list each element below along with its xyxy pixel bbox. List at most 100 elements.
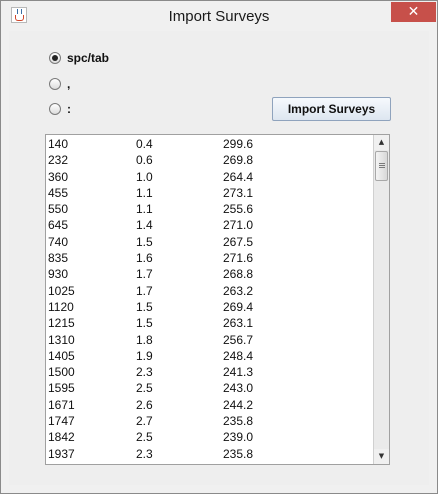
radio-label-spc-tab[interactable]: spc/tab	[67, 51, 109, 65]
azimuth-value: 299.6	[223, 137, 254, 151]
depth-value: 140	[48, 137, 69, 151]
azimuth-value: 268.8	[223, 267, 254, 282]
depth-value: 455	[48, 185, 69, 200]
title-bar[interactable]: Import Surveys ✕	[1, 1, 437, 31]
azimuth-value: 239.0	[223, 430, 254, 445]
azimuth-value: 271.0	[223, 218, 254, 233]
azimuth-value: 273.1	[223, 185, 254, 200]
close-button[interactable]: ✕	[391, 2, 436, 22]
survey-row: 1215 1.5 263.1	[46, 316, 373, 332]
inclination-value: 1.1	[136, 185, 153, 200]
survey-row: 360 1.0 264.4	[46, 170, 373, 186]
inclination-value: 2.3	[136, 365, 153, 380]
radio-dot	[52, 55, 58, 61]
azimuth-value: 243.0	[223, 381, 254, 396]
import-surveys-button[interactable]: Import Surveys	[272, 97, 391, 121]
survey-row: 1405 1.9 248.4	[46, 349, 373, 365]
azimuth-value: 255.6	[223, 202, 254, 217]
depth-value: 1310	[48, 332, 75, 347]
radio-label-comma[interactable]: ,	[67, 77, 70, 91]
radio-label-colon[interactable]: :	[67, 102, 71, 116]
inclination-value: 2.6	[136, 397, 153, 412]
azimuth-value: 235.8	[223, 446, 254, 461]
azimuth-value: 264.4	[223, 169, 254, 184]
depth-value: 360	[48, 169, 69, 184]
depth-value: 2032	[48, 463, 75, 464]
survey-row: 1025 1.7 263.2	[46, 284, 373, 300]
depth-value: 1595	[48, 381, 75, 396]
inclination-value: 1.0	[136, 169, 153, 184]
survey-row: 1595 2.5 243.0	[46, 381, 373, 397]
azimuth-value: 271.6	[223, 251, 254, 266]
radio-selected-icon[interactable]	[49, 52, 61, 64]
survey-row: 1937 2.3 235.8	[46, 447, 373, 463]
survey-row: 1842 2.5 239.0	[46, 430, 373, 446]
azimuth-value: 244.2	[223, 397, 254, 412]
vertical-scrollbar[interactable]: ▲ ▼	[373, 135, 389, 464]
inclination-value: 1.5	[136, 316, 153, 331]
survey-row: 1310 1.8 256.7	[46, 333, 373, 349]
scroll-up-arrow-icon[interactable]: ▲	[374, 135, 389, 150]
depth-value: 930	[48, 267, 69, 282]
inclination-value: 2.5	[136, 381, 153, 396]
depth-value: 1747	[48, 414, 75, 429]
dialog-content: spc/tab , : Import Surveys 140 0.4 299.6 23…	[9, 31, 429, 485]
radio-unselected-icon[interactable]	[49, 78, 61, 90]
depth-value: 232	[48, 153, 69, 168]
depth-value: 550	[48, 202, 69, 217]
grip-line	[379, 167, 385, 168]
inclination-value: 2.3	[136, 446, 153, 461]
survey-row: 1120 1.5 269.4	[46, 300, 373, 316]
inclination-value: 1.8	[136, 332, 153, 347]
inclination-value: 1.7	[136, 267, 153, 282]
azimuth-value: 235.7	[223, 463, 253, 464]
depth-value: 1120	[48, 299, 74, 314]
depth-value: 1671	[48, 397, 75, 412]
azimuth-value: 263.2	[223, 283, 254, 298]
inclination-value: 0.4	[136, 137, 153, 151]
inclination-value: 2.5	[136, 430, 153, 445]
depth-value: 740	[48, 234, 69, 249]
inclination-value: 1.7	[136, 283, 153, 298]
inclination-value: 1.5	[136, 299, 153, 314]
scroll-down-arrow-icon[interactable]: ▼	[374, 449, 389, 464]
azimuth-value: 269.8	[223, 153, 254, 168]
depth-value: 835	[48, 251, 69, 266]
azimuth-value: 235.8	[223, 414, 254, 429]
inclination-value: 1.9	[136, 348, 153, 363]
survey-rows: 140 0.4 299.6 232 0.6 269.8 360 1.0 264.4 455 1.1 2…	[46, 137, 373, 464]
depth-value: 1842	[48, 430, 75, 445]
survey-row: 455 1.1 273.1	[46, 186, 373, 202]
import-surveys-window: Import Surveys ✕ spc/tab , : Import Surv…	[0, 0, 438, 494]
survey-row: 232 0.6 269.8	[46, 153, 373, 169]
survey-row: 740 1.5 267.5	[46, 235, 373, 251]
inclination-value: 1.4	[136, 218, 153, 233]
azimuth-value: 269.4	[223, 299, 254, 314]
radio-unselected-icon[interactable]	[49, 103, 61, 115]
survey-row: 835 1.6 271.6	[46, 251, 373, 267]
survey-row: 1671 2.6 244.2	[46, 398, 373, 414]
inclination-value: 1.1	[136, 202, 153, 217]
depth-value: 1215	[48, 316, 75, 331]
depth-value: 1937	[48, 446, 75, 461]
depth-value: 1025	[48, 283, 75, 298]
azimuth-value: 256.7	[223, 332, 254, 347]
azimuth-value: 248.4	[223, 348, 254, 363]
survey-row: 140 0.4 299.6	[46, 137, 373, 153]
grip-line	[379, 163, 385, 164]
inclination-value: 0.6	[136, 153, 153, 168]
survey-text-area[interactable]: 140 0.4 299.6 232 0.6 269.8 360 1.0 264.4 455 1.1 2…	[45, 134, 390, 465]
inclination-value: 2.2	[136, 463, 153, 464]
survey-row: 930 1.7 268.8	[46, 267, 373, 283]
scrollbar-thumb[interactable]	[375, 151, 388, 181]
survey-row: 1500 2.3 241.3	[46, 365, 373, 381]
inclination-value: 1.6	[136, 251, 153, 266]
survey-row: 2032 2.2 235.7	[46, 463, 373, 464]
azimuth-value: 267.5	[223, 234, 254, 249]
azimuth-value: 263.1	[223, 316, 254, 331]
survey-row: 550 1.1 255.6	[46, 202, 373, 218]
inclination-value: 2.7	[136, 414, 153, 429]
inclination-value: 1.5	[136, 234, 153, 249]
azimuth-value: 241.3	[223, 365, 254, 380]
depth-value: 645	[48, 218, 69, 233]
